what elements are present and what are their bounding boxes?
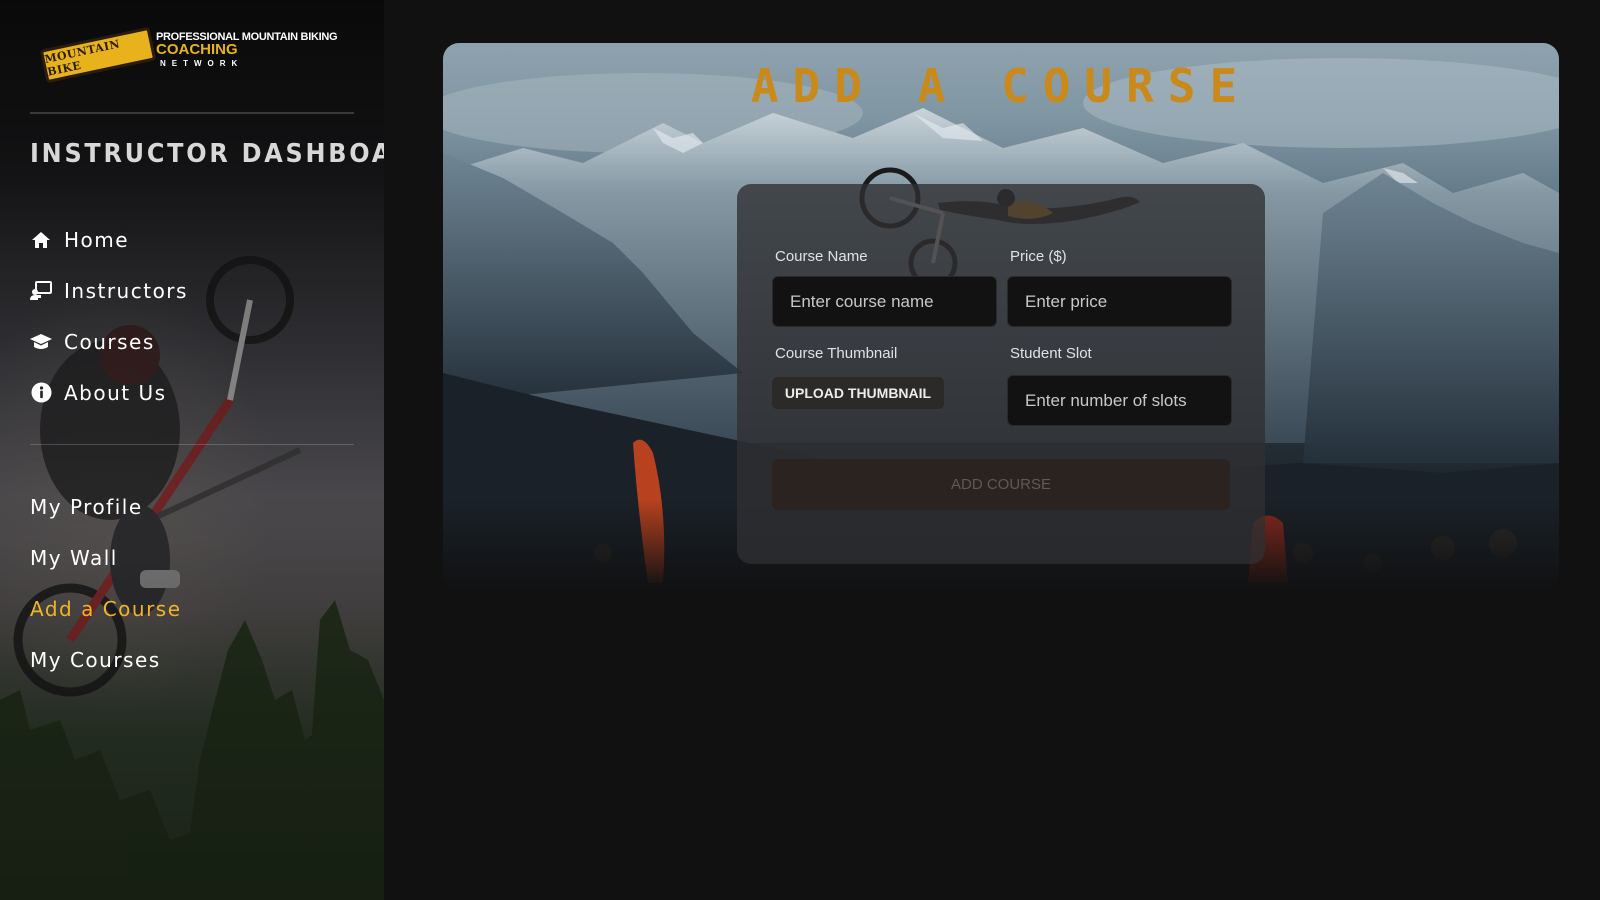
nav-item-courses[interactable]: Courses [30, 316, 360, 367]
nav-item-my-wall[interactable]: My Wall [30, 532, 360, 583]
course-name-label: Course Name [775, 248, 868, 265]
nav-item-my-profile[interactable]: My Profile [30, 481, 360, 532]
info-icon [30, 382, 52, 404]
price-input[interactable] [1007, 276, 1232, 327]
nav-item-my-courses[interactable]: My Courses [30, 634, 360, 685]
graduation-cap-icon [30, 331, 52, 353]
main-nav: Home Instructors Courses About Us [30, 214, 360, 418]
upload-thumbnail-button[interactable]: UPLOAD THUMBNAIL [772, 377, 944, 409]
add-course-form: Course Name Price ($) Course Thumbnail U… [737, 184, 1265, 564]
nav-item-home[interactable]: Home [30, 214, 360, 265]
course-name-input[interactable] [772, 276, 997, 327]
price-label: Price ($) [1010, 248, 1067, 265]
nav-item-instructors[interactable]: Instructors [30, 265, 360, 316]
brand-logo[interactable]: MOUNTAIN BIKE PROFESSIONAL MOUNTAIN BIKI… [39, 26, 347, 88]
logo-network: NETWORK [160, 59, 244, 68]
nav-item-about-us[interactable]: About Us [30, 367, 360, 418]
nav-item-label: About Us [64, 380, 167, 405]
course-thumbnail-label: Course Thumbnail [775, 345, 898, 362]
instructor-nav: My Profile My Wall Add a Course My Cours… [30, 481, 360, 685]
nav-item-label: Instructors [64, 278, 188, 303]
student-slot-input[interactable] [1007, 375, 1232, 426]
sidebar-divider [30, 444, 354, 445]
student-slot-label: Student Slot [1010, 345, 1092, 362]
nav-item-label: Home [64, 227, 130, 252]
add-course-button[interactable]: ADD COURSE [772, 459, 1230, 510]
logo-coaching: COACHING [156, 41, 238, 58]
instructor-board-icon [30, 280, 52, 302]
nav-item-add-a-course[interactable]: Add a Course [30, 583, 360, 634]
dashboard-title: INSTRUCTOR DASHBOARD [30, 139, 384, 169]
home-icon [30, 229, 52, 251]
add-course-hero: ADD A COURSE Course Name Price ($) Cours… [443, 43, 1559, 589]
nav-item-label: Courses [64, 329, 155, 354]
sidebar-background-photo [0, 256, 384, 900]
page-title: ADD A COURSE [750, 59, 1252, 113]
logo-badge: MOUNTAIN BIKE [39, 26, 157, 84]
sidebar: MOUNTAIN BIKE PROFESSIONAL MOUNTAIN BIKI… [0, 0, 384, 900]
sidebar-divider [30, 112, 354, 114]
